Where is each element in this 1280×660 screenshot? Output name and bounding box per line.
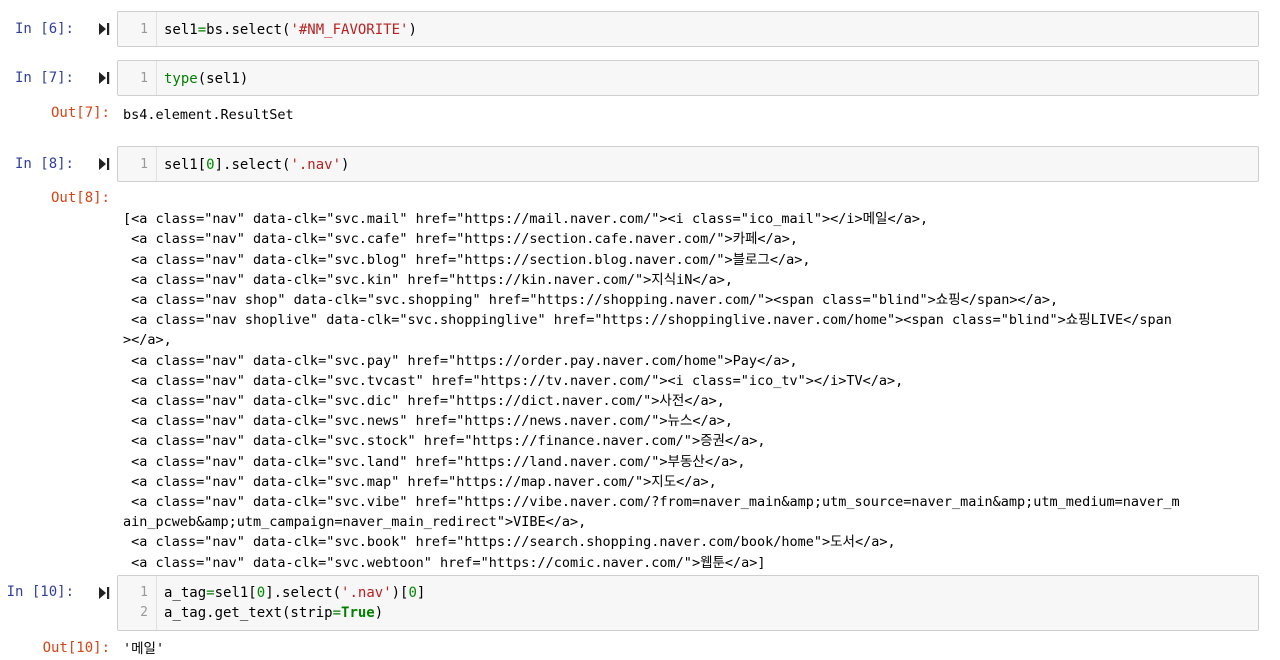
output-text-8: [<a class="nav" data-clk="svc.mail" href… — [123, 189, 1258, 593]
code-token: ) — [408, 22, 417, 38]
output-text-7: bs4.element.ResultSet — [123, 107, 294, 123]
run-cell-icon[interactable] — [97, 22, 111, 36]
code-input-7[interactable]: 1 type(sel1) — [117, 60, 1259, 96]
output-line: <a class="nav" data-clk="svc.book" href=… — [123, 534, 896, 551]
code-token: ) — [341, 157, 350, 173]
run-cell-icon[interactable] — [97, 586, 111, 600]
line-number: 1 — [140, 157, 148, 172]
code-token: bs.select( — [206, 22, 291, 38]
code-token: ].select( — [214, 157, 291, 173]
run-cell-icon[interactable] — [97, 157, 111, 171]
out-prompt-7: Out[7]: — [50, 105, 110, 121]
output-line: <a class="nav" data-clk="svc.pay" href="… — [123, 352, 798, 369]
output-line: <a class="nav" data-clk="svc.cafe" href=… — [123, 231, 799, 248]
code-input-8[interactable]: 1 sel1[0].select('.nav') — [117, 146, 1259, 182]
out-prompt-10: Out[10]: — [42, 640, 110, 656]
code-token: sel1 — [164, 22, 198, 38]
output-line: ></a>, — [123, 332, 172, 349]
code-token: = — [197, 22, 207, 38]
code-token: sel1[ — [214, 585, 257, 601]
output-line: <a class="nav" data-clk="svc.land" href=… — [123, 453, 746, 470]
output-line: <a class="nav" data-clk="svc.news" href=… — [123, 413, 734, 430]
code-line[interactable]: sel1=bs.select('#NM_FAVORITE') — [164, 20, 417, 40]
code-token: sel1[ — [164, 157, 207, 173]
output-line: <a class="nav shoplive" data-clk="svc.sh… — [123, 312, 1172, 329]
code-token: '#NM_FAVORITE' — [290, 22, 409, 38]
output-line: ain_pcweb&amp;utm_campaign=naver_main_re… — [123, 514, 587, 531]
out-prompt-8: Out[8]: — [50, 190, 110, 206]
output-line: <a class="nav" data-clk="svc.webtoon" hr… — [123, 554, 766, 571]
code-line[interactable]: type(sel1) — [164, 69, 248, 89]
code-token: = — [206, 585, 215, 601]
output-line: <a class="nav" data-clk="svc.map" href="… — [123, 473, 717, 490]
code-token: ].select( — [265, 585, 342, 601]
code-line[interactable]: a_tag.get_text(strip=True) — [164, 603, 383, 623]
code-token: = — [332, 605, 342, 621]
in-prompt-8: In [8]: — [14, 156, 74, 172]
in-prompt-10: In [10]: — [6, 584, 74, 600]
code-token: 0 — [256, 585, 266, 601]
code-token: )[ — [391, 585, 409, 601]
in-prompt-6: In [6]: — [14, 21, 74, 37]
code-token: a_tag — [164, 585, 207, 601]
code-token: '.nav' — [290, 157, 342, 173]
output-text-10: '메일' — [123, 641, 165, 657]
line-number: 2 — [140, 605, 148, 620]
output-line: <a class="nav" data-clk="svc.tvcast" hre… — [123, 372, 904, 389]
output-line: <a class="nav" data-clk="svc.vibe" href=… — [123, 494, 1180, 511]
in-prompt-7: In [7]: — [14, 70, 74, 86]
output-line: <a class="nav" data-clk="svc.kin" href="… — [123, 271, 734, 288]
code-input-10[interactable]: 1 2 a_tag=sel1[0].select('.nav')[0] a_ta… — [117, 575, 1259, 631]
code-input-6[interactable]: 1 sel1=bs.select('#NM_FAVORITE') — [117, 11, 1259, 47]
output-line: <a class="nav" data-clk="svc.blog" href=… — [123, 251, 811, 268]
code-line[interactable]: a_tag=sel1[0].select('.nav')[0] — [164, 583, 425, 603]
line-number: 1 — [140, 71, 148, 86]
code-token: True — [341, 605, 375, 621]
line-number: 1 — [140, 22, 148, 37]
code-token: ) — [374, 605, 384, 621]
output-line: <a class="nav shop" data-clk="svc.shoppi… — [123, 292, 1059, 309]
code-token: type — [164, 71, 198, 87]
code-line[interactable]: sel1[0].select('.nav') — [164, 155, 349, 175]
code-token: a_tag.get_text(strip — [164, 605, 333, 621]
output-line: [<a class="nav" data-clk="svc.mail" href… — [123, 211, 929, 228]
code-token: (sel1) — [197, 71, 249, 87]
output-line: <a class="nav" data-clk="svc.stock" href… — [123, 433, 766, 450]
code-token: 0 — [408, 585, 417, 601]
code-token: 0 — [206, 157, 215, 173]
output-line: <a class="nav" data-clk="svc.dic" href="… — [123, 393, 725, 410]
run-cell-icon[interactable] — [97, 71, 111, 85]
line-number: 1 — [140, 585, 148, 600]
code-token: '.nav' — [341, 585, 392, 601]
code-token: ] — [416, 585, 426, 601]
